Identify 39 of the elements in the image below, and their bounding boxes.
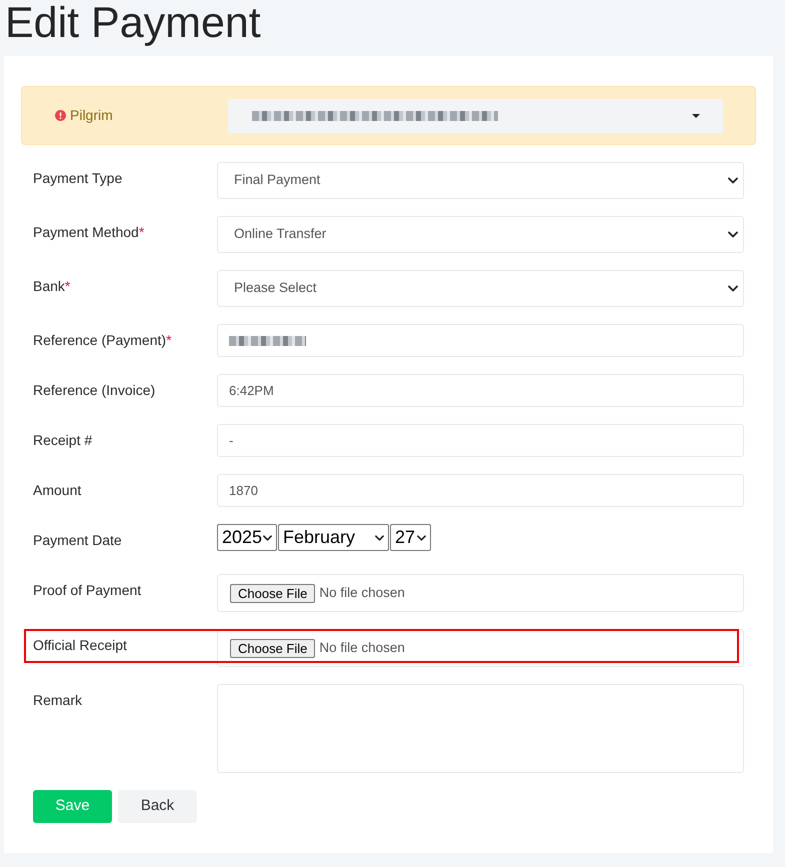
field-label: Official Receipt xyxy=(33,636,128,654)
file-status: No file chosen xyxy=(319,638,405,657)
chevron-down-icon xyxy=(417,534,426,540)
remark-textarea[interactable] xyxy=(217,684,744,773)
field-label: Payment Method* xyxy=(33,223,146,241)
field-label: Amount xyxy=(33,481,82,499)
chevron-down-icon xyxy=(728,285,738,292)
field-label: Proof of Payment xyxy=(33,581,142,599)
choose-file-button[interactable]: Choose File xyxy=(230,638,316,658)
text-field[interactable]: - xyxy=(217,424,744,457)
field-label: Payment Date xyxy=(33,531,123,549)
field-label: Remark xyxy=(33,691,84,709)
choose-file-button[interactable]: Choose File xyxy=(230,584,316,602)
field-label: Reference (Payment)* xyxy=(33,331,173,349)
alert-icon xyxy=(55,110,66,121)
year-dropdown[interactable]: 2025 xyxy=(217,524,277,551)
caret-down-icon xyxy=(692,114,700,118)
dropdown-field[interactable]: Please Select xyxy=(217,270,744,307)
day-dropdown[interactable]: 27 xyxy=(390,524,431,551)
file-field[interactable]: Choose File No file chosen xyxy=(217,574,744,612)
text-field[interactable]: 1870 xyxy=(217,474,744,507)
page-title: Edit Payment xyxy=(4,0,262,48)
field-label: Bank* xyxy=(33,277,72,295)
pilgrim-dropdown[interactable] xyxy=(228,98,723,132)
chevron-down-icon xyxy=(728,177,738,184)
pilgrim-label: Pilgrim xyxy=(70,106,113,125)
field-label: Reference (Invoice) xyxy=(33,381,156,399)
dropdown-field[interactable]: Online Transfer xyxy=(217,216,744,253)
chevron-down-icon xyxy=(375,534,384,540)
file-status: No file chosen xyxy=(319,584,405,602)
dropdown-field[interactable]: Final Payment xyxy=(217,162,744,199)
text-field[interactable] xyxy=(217,324,744,357)
field-label: Payment Type xyxy=(33,169,124,187)
field-label: Receipt # xyxy=(33,431,94,449)
chevron-down-icon xyxy=(728,231,738,238)
secondary-button[interactable]: Back xyxy=(118,790,197,823)
text-field[interactable]: 6:42PM xyxy=(217,374,744,407)
month-dropdown[interactable]: February xyxy=(278,524,389,551)
chevron-down-icon xyxy=(263,534,272,540)
